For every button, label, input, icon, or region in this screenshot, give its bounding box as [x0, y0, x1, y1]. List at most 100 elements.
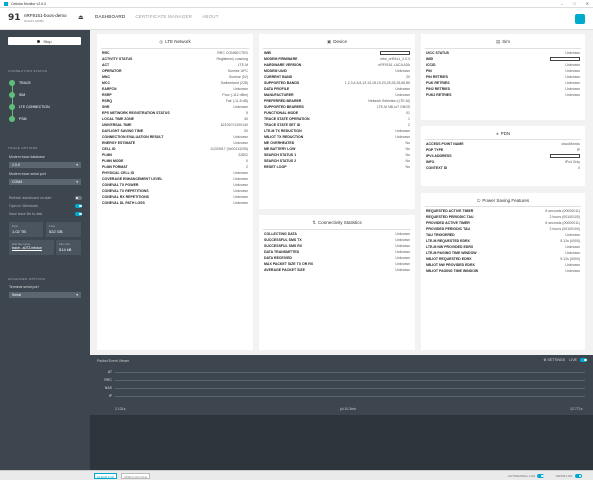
show-log-row: SHOW LOG — [556, 474, 582, 478]
sim-row-label: PIN RETRIES — [426, 75, 448, 79]
trace-port-select[interactable]: COM4 ▾ — [9, 179, 81, 185]
device-row-value: No — [405, 147, 410, 151]
log-area[interactable] — [90, 415, 593, 470]
power-row-value: 2 hours (00100100) — [549, 215, 580, 219]
lte-network-card: ◎ LTE Network RRC RRC CONNECTED ACTIVITY ST… — [97, 34, 253, 350]
lte-row-label: PLMN FORMAT — [102, 165, 128, 169]
packet-event-viewer[interactable]: Packet Event Viewer ⚙ SETTINGS LIVE AT RR… — [90, 355, 593, 415]
save-trace-row: Save trace file to disk — [9, 212, 82, 216]
lte-row-label: ACT — [102, 63, 110, 67]
clear-log-button[interactable]: CLEAR LOG — [94, 473, 118, 479]
power-row-label: REQUESTED PERIODIC TAU — [426, 215, 474, 219]
device-row-label: IMEI — [264, 51, 272, 55]
lane-label: RRC — [104, 378, 112, 382]
lte-row-label: CELL ID — [102, 147, 116, 151]
lte-network-title: ◎ LTE Network — [159, 39, 191, 44]
open-wireshark-toggle[interactable] — [75, 204, 82, 208]
show-log-toggle[interactable] — [574, 474, 582, 478]
refresh-dashboard-toggle[interactable] — [75, 196, 82, 200]
lte-row-value: Unknown — [233, 171, 248, 175]
device-name[interactable]: nRF9151-boos-demo — [24, 13, 67, 18]
tab-certificate-manager[interactable]: CERTIFICATE MANAGER — [135, 14, 192, 19]
connectivity-row-label: DATA TRANSMITTED — [264, 250, 300, 254]
connectivity-row-value: Unknown — [395, 256, 410, 260]
lane-label: AT — [107, 370, 112, 374]
trace-file-name[interactable]: trace...s072.mtrace — [12, 246, 51, 250]
lte-row-value: 00 — [244, 129, 248, 133]
autoscroll-toggle[interactable] — [537, 474, 545, 478]
lte-row-value: Unknown — [233, 105, 248, 109]
advanced-options-title: ADVANCED OPTIONS — [8, 277, 46, 281]
device-row-value: Unknown — [395, 135, 410, 139]
pdn-rows: ACCESS POINT NAME ciscoMondo PDP TYPE IP IPV… — [421, 141, 585, 171]
tab-about[interactable]: ABOUT — [202, 14, 219, 19]
chevron-down-icon: ▾ — [76, 180, 78, 184]
minimize-icon[interactable]: – — [561, 1, 563, 6]
device-row-value: 01 — [406, 111, 410, 115]
connectivity-row-value: Unknown — [395, 262, 410, 266]
lte-row-value: Unknown — [233, 189, 248, 193]
window-controls: – □ ✕ — [561, 1, 589, 6]
stop-icon — [37, 39, 41, 43]
device-row-label: SEARCH STATUS 1 — [264, 153, 297, 157]
sim-row-value: Unknown — [565, 63, 580, 67]
power-row-value: Unknown — [565, 263, 580, 267]
lte-row-value: Unknown — [233, 201, 248, 205]
lte-row: CONEVAL DL PATH LOSS Unknown — [97, 200, 253, 206]
lane-label: IP — [108, 394, 112, 398]
sim-row-value: Unknown — [565, 69, 580, 73]
lte-row-label: SNR — [102, 105, 110, 109]
sim-row-label: IMSI — [426, 57, 434, 61]
stop-button[interactable]: Stop — [8, 37, 81, 45]
device-row-label: TRACE STATE OPERATION — [264, 117, 310, 121]
terminal-port-select[interactable]: Serial ▾ — [9, 292, 81, 298]
tab-dashboard[interactable]: DASHBOARD — [95, 14, 125, 19]
lte-row-label: RSRP — [102, 93, 112, 97]
pdn-row-label: IPV4 ADDRESS — [426, 154, 452, 158]
status-dot-icon — [9, 104, 15, 110]
open-wireshark-row: Open in Wireshark — [9, 204, 82, 208]
lte-row-value: Fair (-11.5 dB) — [225, 99, 248, 103]
lte-row-value: Switzerland (228) — [220, 81, 248, 85]
close-icon[interactable]: ✕ — [586, 1, 589, 6]
tick-label-mid: jul 10.3mb — [340, 407, 357, 411]
window-title: Cellular Monitor v2.6.0 — [11, 1, 47, 6]
connectivity-row-value: Unknown — [395, 268, 410, 272]
power-row-label: NB-IOT PAGING TIME WINDOW — [426, 269, 479, 273]
power-row-value: 5.12s (0000) — [560, 257, 580, 261]
power-row-label: LTE-M PAGING TIME WINDOW — [426, 251, 477, 255]
lte-row-label: ENERGY ESTIMATE — [102, 141, 136, 145]
sim-rows: UICC STATUS Unknown IMSI ICCID Unknown PIN Unk… — [421, 50, 585, 98]
save-trace-toggle[interactable] — [75, 212, 82, 216]
device-row-label: ME BATTERY LOW — [264, 147, 296, 151]
sim-card: ▤ Sim UICC STATUS Unknown IMSI ICCID Unknown P… — [421, 34, 585, 120]
device-row-redacted-value — [380, 51, 410, 55]
file-name-box[interactable]: Edit file name trace...s072.mtrace — [9, 240, 54, 255]
device-row-value: No — [405, 165, 410, 169]
device-row-label: TRACE STATE SET ID — [264, 123, 301, 127]
pdn-card: ◕ PDN ACCESS POINT NAME ciscoMondo PDP TYPE… — [421, 126, 585, 186]
status-dot-icon — [9, 92, 15, 98]
device-row-value: 1 — [408, 117, 410, 121]
open-log-file-button[interactable]: OPEN LOG FILE — [121, 473, 150, 479]
app-header: 91 nRF9151-boos-demo 001234 04KB2 ⏏ DASH… — [0, 8, 593, 30]
lte-row-label: RSRQ — [102, 99, 113, 103]
status-dot-icon — [9, 116, 15, 122]
connectivity-row-label: COLLECTING DATA — [264, 232, 297, 236]
free-info: Free 522 GB — [46, 222, 81, 237]
lte-row-label: EARFCN — [102, 87, 117, 91]
eject-icon[interactable]: ⏏ — [78, 14, 84, 21]
lte-row-value: Unknown — [233, 141, 248, 145]
device-serial: 001234 04KB2 — [24, 19, 44, 23]
device-row: RESET LOOP No — [259, 164, 415, 170]
live-toggle[interactable] — [580, 358, 587, 362]
lte-row-value: 40 — [244, 117, 248, 121]
settings-button[interactable]: ⚙ SETTINGS — [543, 358, 565, 362]
lte-row-label: PLMN MODE — [102, 159, 124, 163]
live-toggle-row: LIVE — [569, 358, 587, 362]
lte-row-value: Sunrise (02) — [228, 75, 248, 79]
trace-db-select[interactable]: 2.0.0 ▾ — [9, 162, 81, 168]
connectivity-row-label: SUCCESSFUL SMS RX — [264, 244, 303, 248]
nordic-logo-icon — [575, 14, 585, 24]
maximize-icon[interactable]: □ — [573, 1, 575, 6]
